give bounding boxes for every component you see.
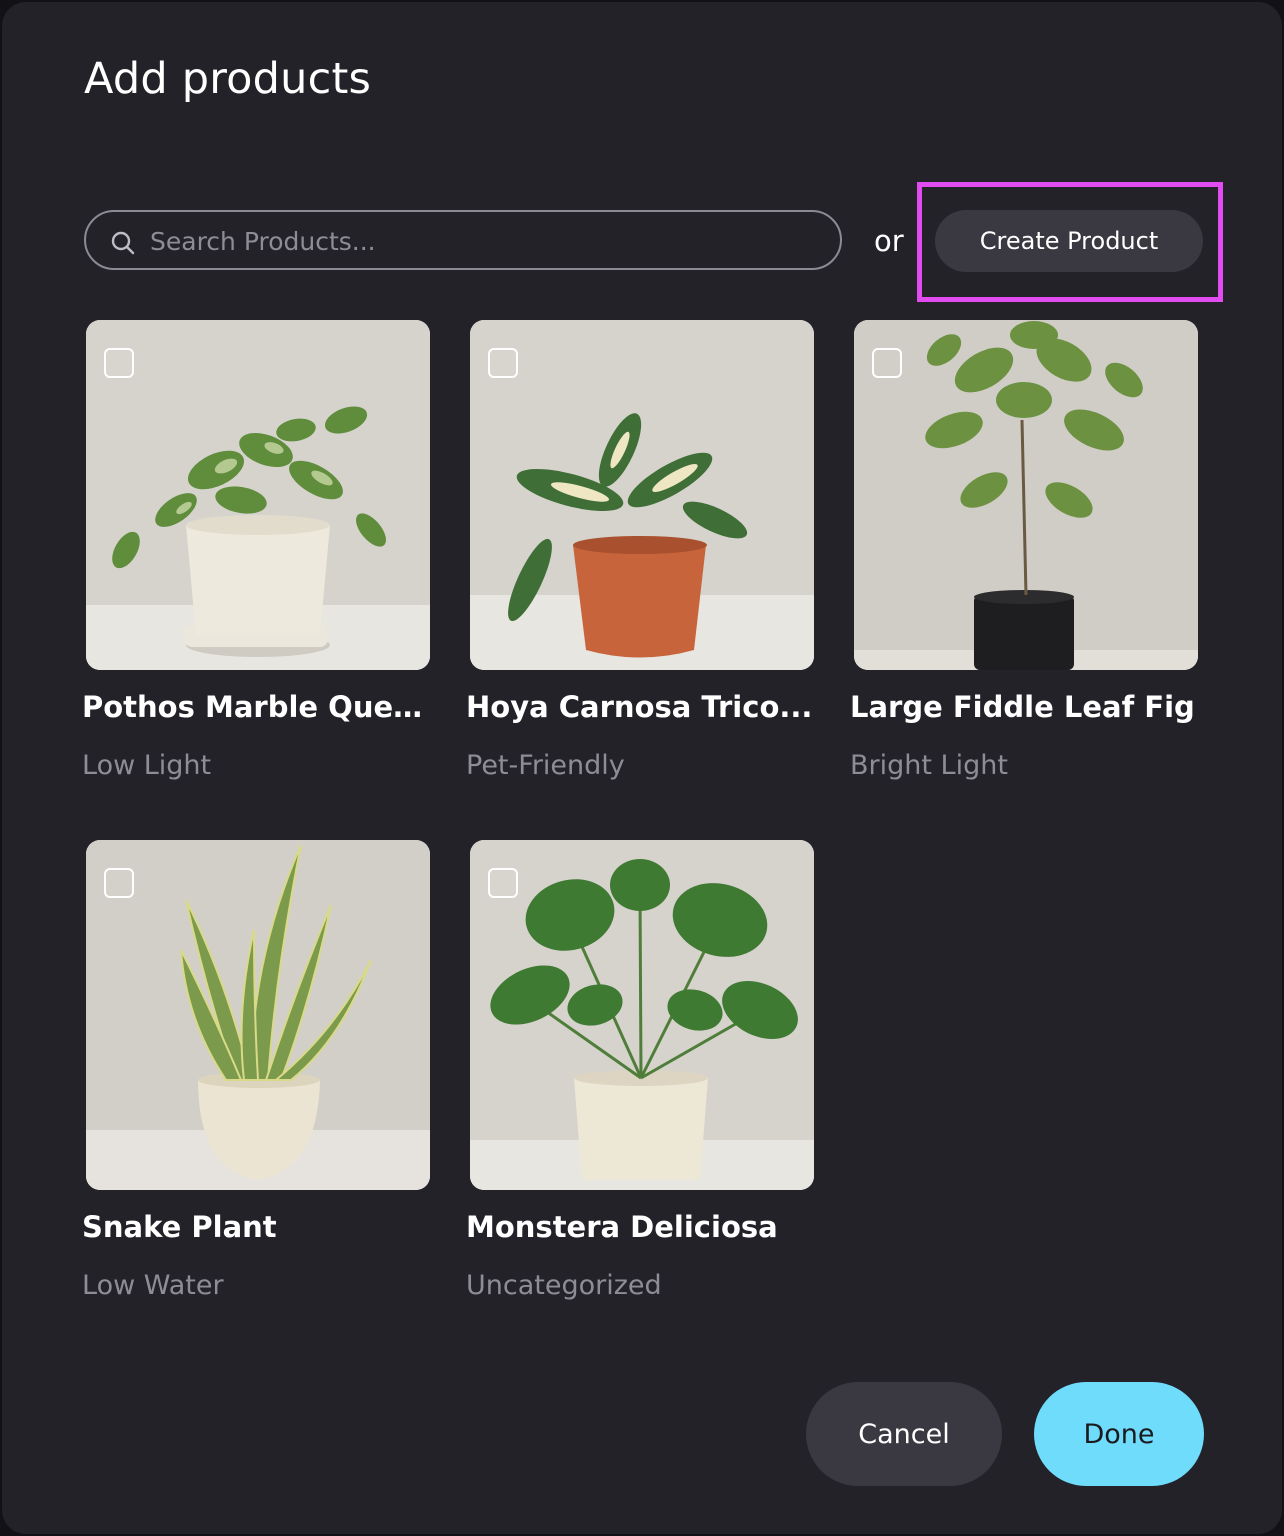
select-checkbox[interactable] (488, 868, 518, 898)
product-name: Pothos Marble Queen (82, 690, 432, 724)
select-checkbox[interactable] (104, 868, 134, 898)
product-category: Pet-Friendly (466, 750, 625, 781)
select-checkbox[interactable] (872, 348, 902, 378)
product-card[interactable]: Hoya Carnosa Trico... Pet-Friendly (466, 320, 826, 800)
done-button[interactable]: Done (1034, 1382, 1204, 1486)
select-checkbox[interactable] (488, 348, 518, 378)
create-product-button[interactable]: Create Product (935, 210, 1203, 272)
monstera-plant-image (470, 840, 814, 1190)
product-name: Monstera Deliciosa (466, 1210, 778, 1244)
product-category: Bright Light (850, 750, 1008, 781)
or-separator: or (874, 224, 904, 258)
product-card[interactable]: Large Fiddle Leaf Fig Bright Light (850, 320, 1210, 800)
modal-title: Add products (84, 54, 372, 104)
product-category: Uncategorized (466, 1270, 662, 1301)
fiddle-leaf-fig-image (854, 320, 1198, 670)
product-card[interactable]: Pothos Marble Queen Low Light (82, 320, 442, 800)
search-input[interactable] (148, 212, 812, 270)
cancel-button[interactable]: Cancel (806, 1382, 1002, 1486)
product-name: Snake Plant (82, 1210, 277, 1244)
product-name: Large Fiddle Leaf Fig (850, 690, 1195, 724)
product-category: Low Light (82, 750, 212, 781)
hoya-plant-image (470, 320, 814, 670)
product-card[interactable]: Snake Plant Low Water (82, 840, 442, 1320)
add-products-modal: Add products or Create Product (2, 2, 1282, 1534)
search-field[interactable] (84, 210, 842, 270)
search-icon (111, 231, 135, 255)
product-category: Low Water (82, 1270, 224, 1301)
snake-plant-image (86, 840, 430, 1190)
product-card[interactable]: Monstera Deliciosa Uncategorized (466, 840, 826, 1320)
product-name: Hoya Carnosa Trico... (466, 690, 813, 724)
select-checkbox[interactable] (104, 348, 134, 378)
pothos-plant-image (86, 320, 430, 670)
